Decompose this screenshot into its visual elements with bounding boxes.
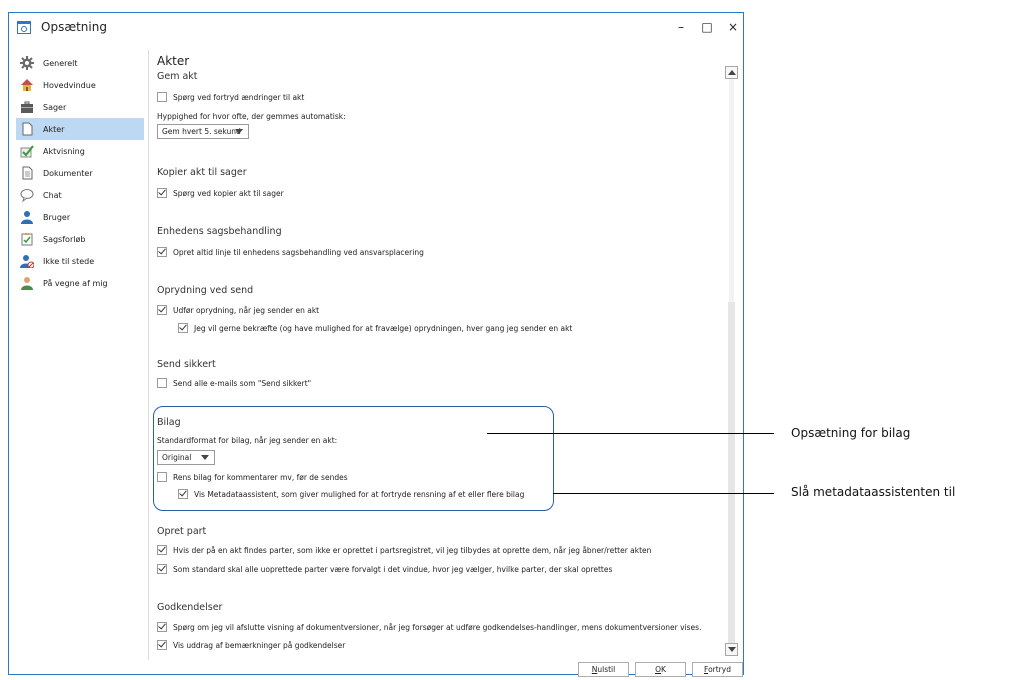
maximize-button[interactable]: □ bbox=[694, 17, 720, 37]
scroll-up-icon[interactable] bbox=[725, 66, 738, 79]
window-title: Opsætning bbox=[41, 20, 107, 34]
chevron-down-icon bbox=[235, 129, 243, 134]
clipboard-icon bbox=[20, 232, 34, 246]
bilag-highlight-box bbox=[153, 406, 554, 511]
house-icon bbox=[20, 78, 34, 92]
sidebar-item-aktvisning[interactable]: Aktvisning bbox=[16, 140, 144, 162]
checkbox-spoerg-kopier[interactable]: Spørg ved kopier akt til sager bbox=[157, 188, 284, 198]
section-send-sikkert: Send sikkert bbox=[157, 359, 216, 370]
sidebar-item-sagsforloeb[interactable]: Sagsforløb bbox=[16, 228, 144, 250]
close-button[interactable]: × bbox=[720, 17, 746, 37]
sidebar-divider bbox=[148, 50, 149, 660]
checkbox[interactable] bbox=[157, 564, 167, 574]
sidebar-item-label: Sagsforløb bbox=[43, 234, 86, 244]
gear-icon bbox=[20, 56, 34, 70]
checkbox-label: Vis uddrag af bemærkninger på godkendels… bbox=[173, 640, 346, 650]
sidebar-item-label: Bruger bbox=[43, 212, 71, 222]
autosave-frequency-dropdown[interactable]: Gem hvert 5. sekund bbox=[157, 124, 249, 139]
checkbox-label: Spørg ved kopier akt til sager bbox=[173, 188, 284, 198]
file-icon bbox=[20, 166, 34, 180]
callout-line-meta bbox=[553, 493, 774, 494]
checkbox-spoerg-fortryd[interactable]: Spørg ved fortryd ændringer til akt bbox=[157, 92, 304, 102]
sidebar-item-sager[interactable]: Sager bbox=[16, 96, 144, 118]
checkbox-opret-linje[interactable]: Opret altid linje til enhedens sagsbehan… bbox=[157, 247, 424, 257]
cancel-button[interactable]: Fortryd bbox=[692, 662, 743, 677]
sidebar-item-akter[interactable]: Akter bbox=[16, 118, 144, 140]
user-icon bbox=[20, 210, 34, 224]
checkbox-label: Som standard skal alle uoprettede parter… bbox=[173, 564, 613, 574]
sidebar-item-label: Akter bbox=[43, 124, 65, 134]
section-oprydning: Oprydning ved send bbox=[157, 285, 254, 296]
checkbox[interactable] bbox=[157, 640, 167, 650]
checkbox-label: Spørg om jeg vil afslutte visning af dok… bbox=[173, 622, 702, 632]
sidebar-item-label: På vegne af mig bbox=[43, 278, 108, 288]
sidebar-item-label: Generelt bbox=[43, 58, 78, 68]
ok-label: K bbox=[660, 665, 666, 674]
checkbox[interactable] bbox=[157, 545, 167, 555]
dropdown-value: Gem hvert 5. sekund bbox=[162, 127, 241, 136]
document-icon bbox=[20, 122, 34, 136]
sidebar-item-hovedvindue[interactable]: Hovedvindue bbox=[16, 74, 144, 96]
checkbox[interactable] bbox=[157, 378, 167, 388]
title-bar: Opsætning – □ × bbox=[9, 13, 743, 43]
sidebar-item-label: Hovedvindue bbox=[43, 80, 96, 90]
sidebar-item-generelt[interactable]: Generelt bbox=[16, 52, 144, 74]
checkmark-icon bbox=[20, 144, 34, 158]
section-opret-part: Opret part bbox=[157, 526, 207, 537]
cancel-label: ortryd bbox=[708, 665, 731, 674]
page-title: Akter bbox=[157, 54, 190, 68]
sidebar-item-paa-vegne-af-mig[interactable]: På vegne af mig bbox=[16, 272, 144, 294]
checkbox-label: Spørg ved fortryd ændringer til akt bbox=[173, 92, 305, 102]
checkbox-label: Udfør oprydning, når jeg sender en akt bbox=[173, 305, 320, 315]
checkbox-tilbyd-oprettelse[interactable]: Hvis der på en akt findes parter, som ik… bbox=[157, 545, 651, 555]
app-icon bbox=[17, 21, 31, 34]
autosave-frequency-label: Hyppighed for hvor ofte, der gemmes auto… bbox=[157, 112, 346, 121]
sidebar-item-label: Dokumenter bbox=[43, 168, 93, 178]
callout-line-bilag bbox=[487, 433, 774, 434]
checkbox-label: Opret altid linje til enhedens sagsbehan… bbox=[173, 247, 424, 257]
callout-meta: Slå metadataassistenten til bbox=[791, 485, 956, 499]
section-enhedens-sagsbehandling: Enhedens sagsbehandling bbox=[157, 226, 282, 237]
briefcase-icon bbox=[20, 100, 34, 114]
checkbox[interactable] bbox=[157, 92, 167, 102]
callout-bilag: Opsætning for bilag bbox=[791, 426, 911, 440]
checkbox-label: Jeg vil gerne bekræfte (og have mulighed… bbox=[194, 323, 573, 333]
checkbox-forvalgt-parter[interactable]: Som standard skal alle uoprettede parter… bbox=[157, 564, 612, 574]
vertical-scrollbar[interactable] bbox=[725, 52, 738, 659]
checkbox[interactable] bbox=[157, 188, 167, 198]
reset-button[interactable]: Nulstil bbox=[578, 662, 629, 677]
user-delegate-icon bbox=[20, 276, 34, 290]
checkbox[interactable] bbox=[157, 622, 167, 632]
checkbox-afslut-visning[interactable]: Spørg om jeg vil afslutte visning af dok… bbox=[157, 622, 701, 632]
checkbox-send-sikkert[interactable]: Send alle e-mails som "Send sikkert" bbox=[157, 378, 311, 388]
sidebar-item-label: Sager bbox=[43, 102, 67, 112]
checkbox-label: Hvis der på en akt findes parter, som ik… bbox=[173, 545, 652, 555]
checkbox[interactable] bbox=[157, 305, 167, 315]
minimize-button[interactable]: – bbox=[668, 17, 694, 37]
sidebar-item-ikke-til-stede[interactable]: Ikke til stede bbox=[16, 250, 144, 272]
reset-label: ulstil bbox=[597, 665, 616, 674]
checkbox-label: Send alle e-mails som "Send sikkert" bbox=[173, 378, 312, 388]
sidebar-item-label: Aktvisning bbox=[43, 146, 85, 156]
checkbox-udfoer-oprydning[interactable]: Udfør oprydning, når jeg sender en akt bbox=[157, 305, 319, 315]
section-godkendelser: Godkendelser bbox=[157, 602, 223, 613]
sidebar: Generelt Hovedvindue Sager Akter Aktvisn… bbox=[16, 52, 144, 294]
sidebar-item-label: Ikke til stede bbox=[43, 256, 95, 266]
ok-button[interactable]: OK bbox=[635, 662, 686, 677]
sidebar-item-chat[interactable]: Chat bbox=[16, 184, 144, 206]
checkbox-vis-uddrag[interactable]: Vis uddrag af bemærkninger på godkendels… bbox=[157, 640, 345, 650]
sidebar-item-bruger[interactable]: Bruger bbox=[16, 206, 144, 228]
user-away-icon bbox=[20, 254, 35, 269]
chat-bubble-icon bbox=[20, 188, 34, 203]
settings-content: Akter Gem akt Spørg ved fortryd ændringe… bbox=[157, 52, 727, 664]
scrollbar-thumb[interactable] bbox=[728, 302, 735, 647]
sidebar-item-label: Chat bbox=[43, 190, 62, 200]
checkbox[interactable] bbox=[178, 323, 188, 333]
checkbox-bekraeft-oprydning[interactable]: Jeg vil gerne bekræfte (og have mulighed… bbox=[178, 323, 572, 333]
section-kopier-akt: Kopier akt til sager bbox=[157, 167, 247, 178]
sidebar-item-dokumenter[interactable]: Dokumenter bbox=[16, 162, 144, 184]
scroll-down-icon[interactable] bbox=[725, 643, 738, 656]
section-gem-akt: Gem akt bbox=[157, 71, 198, 82]
checkbox[interactable] bbox=[157, 247, 167, 257]
